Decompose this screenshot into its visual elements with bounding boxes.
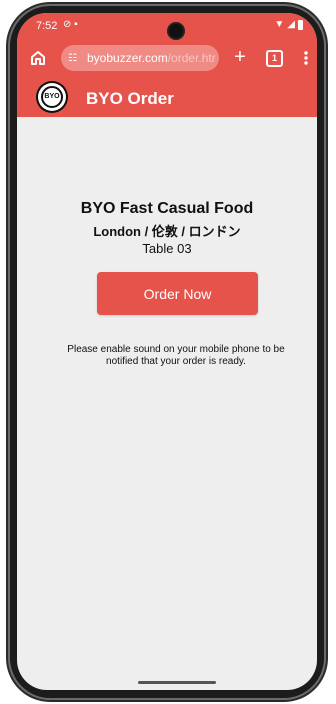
restaurant-location: London / 伦敦 / ロンドン [93, 224, 241, 239]
app-header: BYO BYO Order [17, 80, 317, 117]
app-title: BYO Order [86, 89, 174, 108]
address-bar[interactable]: ☷ byobuzzer.com/order.htr [61, 45, 219, 71]
wifi-icon: ▼ [274, 19, 285, 30]
table-number: Table 03 [142, 241, 192, 256]
order-now-button[interactable]: Order Now [97, 272, 258, 315]
url-path: /order.htr [167, 51, 216, 65]
status-left-icons: ⊘ ▪ [63, 19, 78, 30]
status-time: 7:52 [36, 20, 58, 32]
byo-logo: BYO [38, 83, 66, 111]
phone-screen: 7:52 ⊘ ▪ ▼ ◢ ☷ byobuzzer.com/order.htr +… [17, 13, 317, 690]
do-not-disturb-icon: ⊘ [63, 19, 72, 30]
new-tab-icon[interactable]: + [230, 47, 250, 67]
logo-ring: BYO [41, 86, 63, 108]
home-icon[interactable] [29, 49, 47, 67]
signal-icon: ◢ [287, 19, 295, 30]
browser-toolbar: ☷ byobuzzer.com/order.htr + 1 [17, 43, 317, 73]
restaurant-name: BYO Fast Casual Food [80, 200, 254, 217]
site-settings-icon[interactable]: ☷ [68, 53, 82, 64]
gesture-navigation-bar[interactable] [138, 681, 216, 684]
front-camera [169, 24, 183, 38]
battery-icon [298, 19, 303, 30]
tabs-count-button[interactable]: 1 [266, 50, 283, 67]
order-page-content: BYO Fast Casual Food London / 伦敦 / ロンドン … [17, 117, 317, 690]
url-text: byobuzzer.com/order.htr [87, 51, 216, 65]
status-right-icons: ▼ ◢ [274, 19, 303, 30]
status-bar: 7:52 ⊘ ▪ ▼ ◢ [17, 13, 317, 38]
sound-notice: Please enable sound on your mobile phone… [67, 344, 285, 367]
logo-text: BYO [44, 93, 60, 100]
more-menu-icon[interactable] [302, 49, 310, 67]
url-domain: byobuzzer.com [87, 51, 168, 65]
browser-chrome: 7:52 ⊘ ▪ ▼ ◢ ☷ byobuzzer.com/order.htr +… [17, 13, 317, 117]
notification-card-icon: ▪ [74, 19, 78, 30]
